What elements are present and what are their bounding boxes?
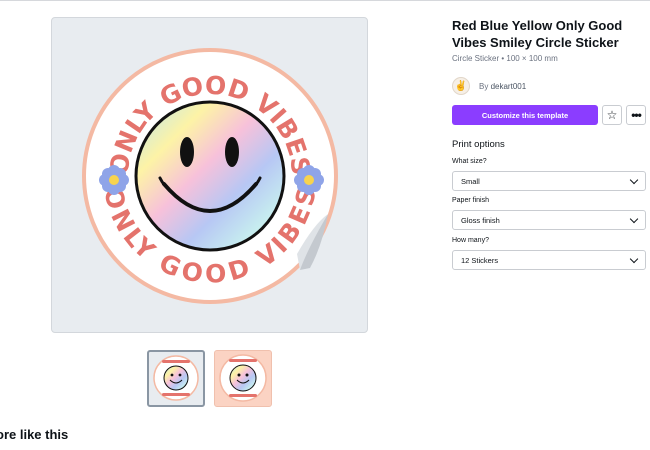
- size-select[interactable]: Small: [452, 171, 646, 191]
- favorite-button[interactable]: ☆: [602, 105, 622, 125]
- author-text[interactable]: By dekart001: [479, 82, 526, 91]
- more-like-this-heading: ore like this: [0, 427, 69, 442]
- avatar[interactable]: ✌: [452, 77, 470, 95]
- paper-finish-value: Gloss finish: [461, 215, 500, 225]
- more-options-icon: •••: [631, 108, 642, 122]
- chevron-down-icon: [629, 254, 639, 263]
- size-label: What size?: [452, 158, 487, 165]
- paper-finish-label: Paper finish: [452, 197, 489, 204]
- product-title: Red Blue Yellow Only Good Vibes Smiley C…: [452, 18, 623, 50]
- thumbnail-1[interactable]: [147, 350, 205, 407]
- thumbnail-2[interactable]: [214, 350, 272, 407]
- chevron-down-icon: [629, 175, 639, 184]
- customize-template-button[interactable]: Customize this template: [452, 105, 598, 125]
- author-prefix: By: [479, 81, 489, 91]
- print-options-heading: Print options: [452, 139, 505, 150]
- quantity-value: 12 Stickers: [461, 255, 499, 265]
- paper-finish-select[interactable]: Gloss finish: [452, 210, 646, 230]
- top-divider: [0, 0, 650, 1]
- star-icon: ☆: [606, 108, 618, 122]
- chevron-down-icon: [629, 214, 639, 223]
- size-value: Small: [461, 176, 480, 186]
- sticker-image: ONLY GOOD VIBES ONLY GOOD VIBES: [82, 48, 338, 304]
- quantity-label: How many?: [452, 237, 489, 244]
- author-name[interactable]: dekart001: [491, 82, 527, 91]
- product-subtitle: Circle Sticker • 100 × 100 mm: [452, 54, 558, 63]
- author-row[interactable]: ✌ By dekart001: [452, 77, 526, 95]
- quantity-select[interactable]: 12 Stickers: [452, 250, 646, 270]
- more-options-button[interactable]: •••: [626, 105, 646, 125]
- product-preview[interactable]: ONLY GOOD VIBES ONLY GOOD VIBES: [51, 17, 368, 333]
